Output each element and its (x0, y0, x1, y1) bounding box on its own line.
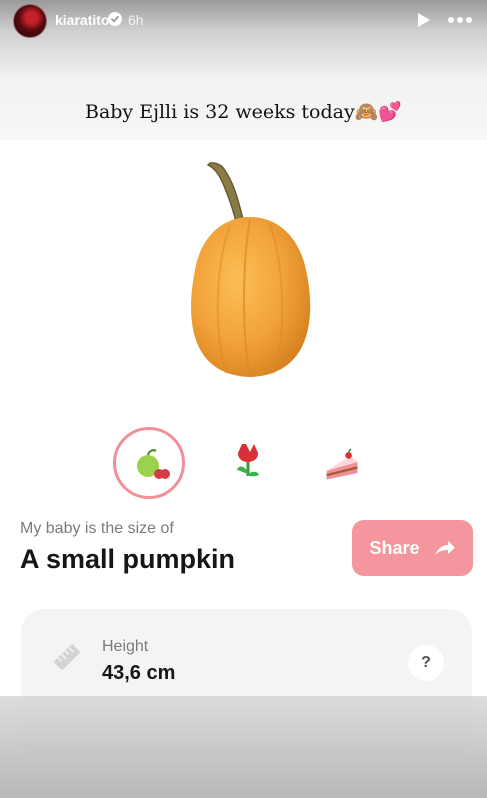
username[interactable]: kiaratito (55, 12, 109, 28)
story-timestamp: 6h (128, 12, 144, 28)
ruler-icon (54, 644, 80, 670)
size-name: A small pumpkin (20, 544, 236, 574)
height-value: 43,6 cm (102, 662, 176, 684)
size-subtitle: My baby is the size of (20, 520, 174, 537)
story-header: kiaratito 6h (0, 0, 487, 44)
share-label: Share (369, 537, 420, 558)
story-caption: Baby Ejlli is 32 weeks today🙈💕 (84, 101, 402, 123)
play-icon[interactable] (413, 10, 433, 30)
help-icon: ? (421, 654, 431, 671)
more-icon[interactable] (446, 10, 474, 30)
size-choice-flower[interactable] (218, 432, 280, 494)
share-button[interactable]: Share (352, 520, 473, 576)
story-bottom-fade (0, 696, 487, 798)
size-choice-dessert[interactable] (312, 432, 374, 494)
share-arrow-icon (434, 541, 455, 555)
cake-slice-icon (326, 448, 358, 480)
pumpkin-image (191, 162, 311, 377)
tulip-icon (237, 444, 259, 477)
help-button[interactable]: ? (408, 645, 444, 681)
apple-cherry-icon (137, 449, 170, 479)
verified-badge-icon (108, 12, 122, 26)
avatar[interactable] (13, 4, 47, 38)
size-choice-fruit[interactable] (113, 427, 185, 499)
height-label: Height (102, 638, 149, 655)
